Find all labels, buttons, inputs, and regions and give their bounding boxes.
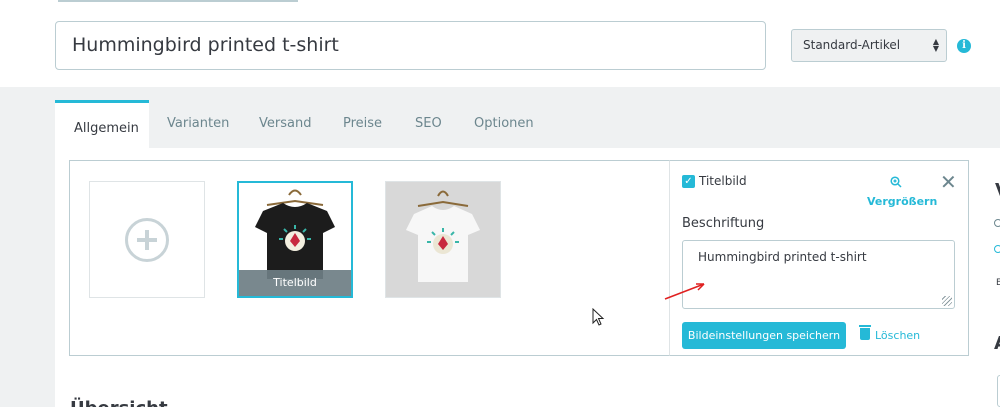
add-image-button[interactable] (89, 181, 205, 298)
cover-image-label: Titelbild (239, 270, 351, 296)
white-tshirt-image (406, 190, 480, 282)
select-arrows-icon: ▲ ▼ (932, 37, 939, 53)
zoom-in-glyph (890, 176, 902, 188)
tab-preise[interactable]: Preise (343, 100, 382, 148)
caption-label: Beschriftung (682, 216, 765, 231)
delete-label: Löschen (875, 329, 921, 342)
tab-varianten[interactable]: Varianten (167, 100, 229, 148)
cover-checkbox[interactable]: ✓ (682, 175, 695, 188)
right-radio-partial-selected[interactable] (994, 245, 1000, 253)
zoom-link[interactable]: Vergrößern (867, 195, 937, 208)
tab-versand[interactable]: Versand (259, 100, 311, 148)
plus-circle-icon (125, 218, 169, 262)
right-column-heading-partial: V (995, 180, 1000, 201)
caption-text: Hummingbird printed t-shirt (698, 250, 867, 264)
delete-image-button[interactable]: Löschen (859, 325, 921, 342)
save-image-settings-button[interactable]: Bildeinstellungen speichern (682, 322, 846, 349)
info-icon[interactable]: i (957, 39, 971, 53)
tab-optionen[interactable]: Optionen (474, 100, 534, 148)
annotation-arrow-icon (664, 283, 705, 300)
mouse-cursor-icon (592, 308, 605, 326)
image-thumbnail-cover[interactable]: Titelbild (237, 181, 353, 298)
trash-icon (859, 325, 871, 340)
close-icon[interactable]: ✕ (940, 172, 957, 192)
product-name-input[interactable]: Hummingbird printed t-shirt (55, 21, 766, 70)
right-radio-partial[interactable] (994, 219, 1000, 227)
cover-checkbox-label: Titelbild (699, 174, 747, 188)
caption-textarea[interactable]: Hummingbird printed t-shirt (682, 240, 955, 309)
right-text-partial: E (996, 278, 1000, 288)
right-heading-partial: A (994, 333, 1000, 354)
section-heading-partial: Übersicht (70, 398, 168, 407)
product-type-select[interactable]: Standard-Artikel ▲ ▼ (791, 29, 947, 62)
product-type-value: Standard-Artikel (803, 38, 901, 52)
image-thumbnail[interactable] (385, 181, 501, 298)
zoom-in-icon[interactable] (890, 176, 902, 192)
tab-seo[interactable]: SEO (415, 100, 442, 148)
top-strip (58, 0, 298, 2)
tab-allgemein[interactable]: Allgemein (55, 100, 149, 148)
resize-grip-icon[interactable] (942, 296, 952, 306)
